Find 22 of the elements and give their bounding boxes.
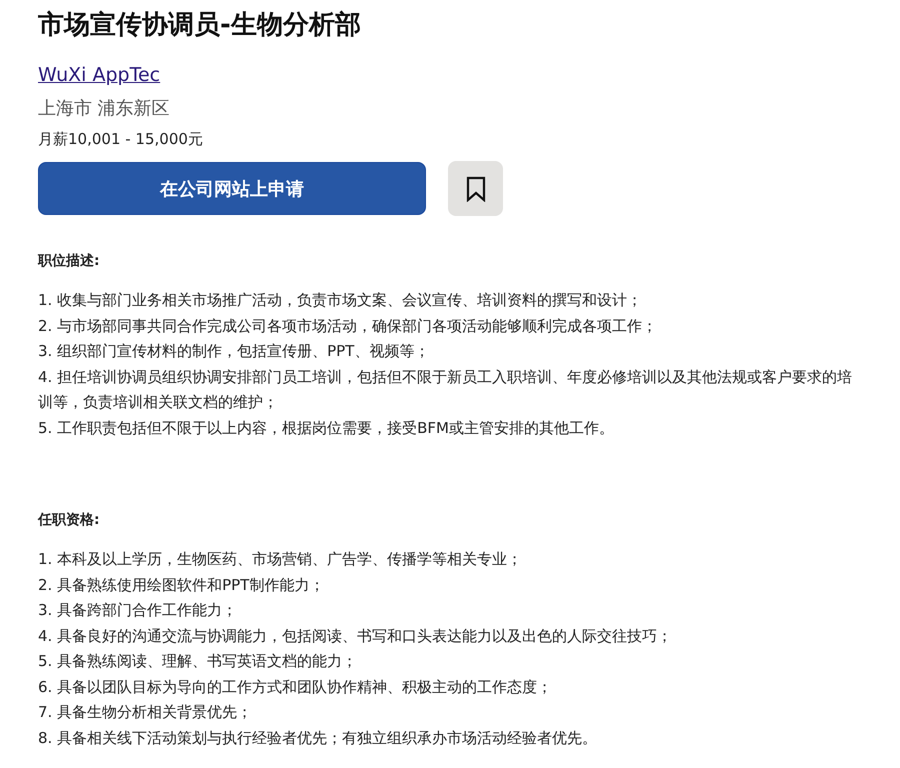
list-item: 6. 具备以团队目标为导向的工作方式和团队协作精神、积极主动的工作态度； xyxy=(38,676,554,698)
list-item: 1. 收集与部门业务相关市场推广活动，负责市场文案、会议宣传、培训资料的撰写和设计； xyxy=(38,290,644,311)
bookmark-button[interactable] xyxy=(448,161,503,216)
apply-button[interactable]: 在公司网站上申请 xyxy=(38,162,426,215)
list-item: 4. 具备良好的沟通交流与协调能力，包括阅读、书写和口头表达能力以及出色的人际交往技巧； xyxy=(38,626,674,646)
list-item: 4. 担任培训协调员组织协调安排部门员工培训，包括但不限于新员工入职培训、年度必修培训以及其他法规或客户要求的培训等，负责培训相关联文档的维护； xyxy=(38,366,854,413)
list-item: 8. 具备相关线下活动策划与执行经验者优先；有独立组织承办市场活动经验者优先。 xyxy=(38,728,598,748)
list-item: 2. 与市场部同事共同合作完成公司各项市场活动，确保部门各项活动能够顺利完成各项工作； xyxy=(38,316,658,336)
company-link[interactable]: WuXi AppTec xyxy=(38,64,160,86)
salary-text: 月薪10,001 - 15,000元 xyxy=(38,130,204,149)
list-item: 5. 具备熟练阅读、理解、书写英语文档的能力； xyxy=(38,651,358,672)
location-text: 上海市 浦东新区 xyxy=(38,97,171,120)
list-item: 3. 组织部门宣传材料的制作，包括宣传册、PPT、视频等； xyxy=(38,341,430,362)
list-item: 1. 本科及以上学历，生物医药、市场营销、广告学、传播学等相关专业； xyxy=(38,549,524,570)
list-item: 2. 具备熟练使用绘图软件和PPT制作能力； xyxy=(38,574,326,596)
list-item: 7. 具备生物分析相关背景优先； xyxy=(38,702,254,723)
bookmark-icon xyxy=(466,176,486,202)
job-title: 市场宣传协调员-生物分析部 xyxy=(38,9,362,42)
list-item: 5. 工作职责包括但不限于以上内容，根据岗位需要，接受BFM或主管安排的其他工作。 xyxy=(38,418,615,438)
section-heading: 任职资格: xyxy=(38,511,101,529)
section-heading: 职位描述: xyxy=(38,252,101,270)
list-item: 3. 具备跨部门合作工作能力； xyxy=(38,600,238,621)
